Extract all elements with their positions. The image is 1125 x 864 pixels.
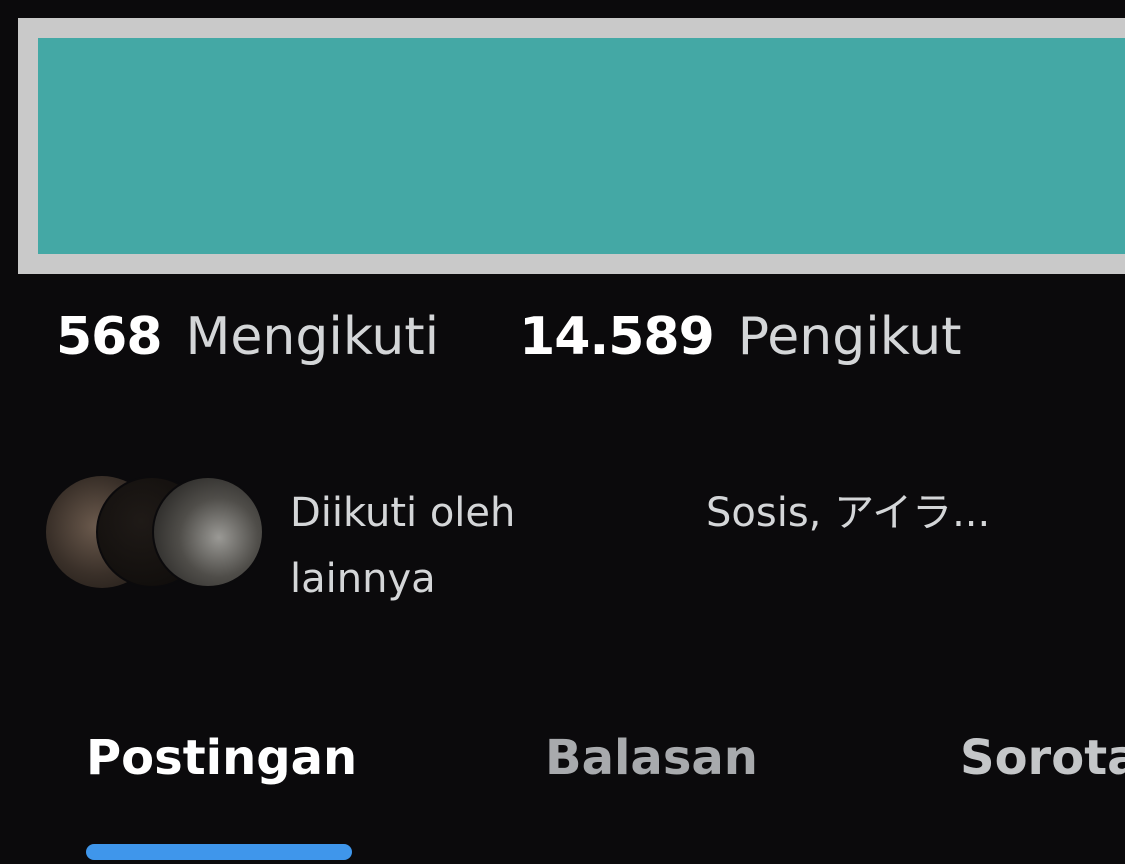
following-count: 568 xyxy=(56,307,163,367)
followed-by-row[interactable]: Diikuti oleh lainnya Sosis, アイラ... xyxy=(46,476,1125,602)
tab-postingan[interactable]: Postingan xyxy=(86,718,357,798)
profile-tabs: Postingan Balasan Sorota xyxy=(0,718,1125,864)
profile-banner[interactable] xyxy=(18,18,1125,274)
followers-count: 14.589 xyxy=(519,307,715,367)
followers-label: Pengikut xyxy=(737,307,962,367)
avatar xyxy=(152,476,264,588)
followed-by-line1: Diikuti oleh xyxy=(290,490,516,536)
tab-balasan[interactable]: Balasan xyxy=(545,718,758,798)
followed-by-line2: lainnya xyxy=(290,556,436,602)
followed-by-text: Diikuti oleh lainnya xyxy=(290,480,515,612)
following-link[interactable]: 568 Mengikuti xyxy=(56,307,439,367)
followed-by-names: Sosis, アイラ... xyxy=(706,490,991,536)
banner-image xyxy=(38,38,1125,254)
tab-sorotan[interactable]: Sorota xyxy=(960,718,1125,798)
profile-stats: 568 Mengikuti 14.589 Pengikut xyxy=(56,305,962,369)
active-tab-indicator xyxy=(86,844,352,860)
followers-link[interactable]: 14.589 Pengikut xyxy=(519,307,961,367)
following-label: Mengikuti xyxy=(185,307,440,367)
